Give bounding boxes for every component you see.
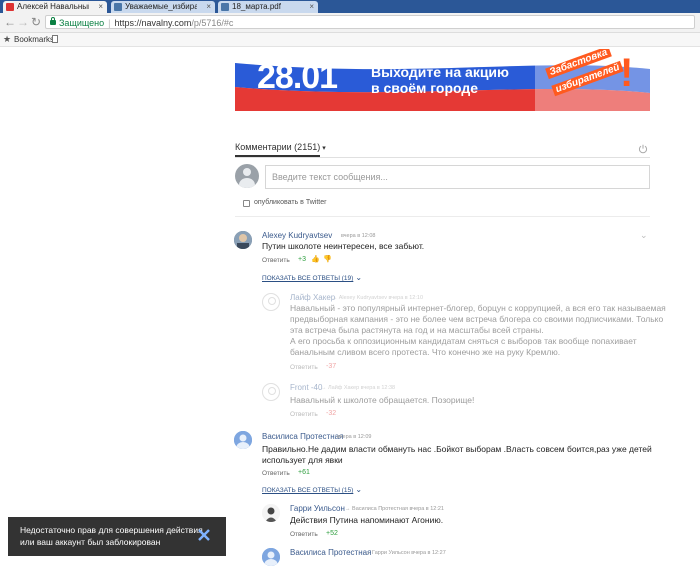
comment-text: Путин школоте неинтересен, все забьют.: [262, 241, 425, 251]
show-all-replies-link[interactable]: ПОКАЗАТЬ ВСЕ ОТВЕТЫ (15) ⌄: [262, 485, 362, 494]
avatar[interactable]: [262, 504, 280, 522]
banner-date: 28.01: [257, 58, 338, 96]
avatar[interactable]: [262, 293, 280, 311]
page-icon[interactable]: [52, 35, 58, 43]
reply-button[interactable]: Ответить: [262, 470, 290, 477]
comment-time: вчера в 12:08: [341, 233, 376, 239]
address-bar: ← → ↻ Защищено | https://navalny.com/p/571…: [0, 13, 700, 33]
tab-close-icon[interactable]: ×: [98, 1, 103, 13]
browser-tab-bar: Алексей Навальный — × Уважаемые_избира..…: [0, 0, 700, 13]
default-avatar-icon: [234, 431, 252, 449]
comment-text: Навальный к школоте обращается. Позорище…: [290, 395, 475, 405]
star-icon[interactable]: ★: [3, 33, 11, 46]
comment-score: +3: [298, 256, 306, 263]
twitter-checkbox[interactable]: [243, 200, 250, 207]
default-avatar-icon: [262, 548, 280, 566]
close-icon[interactable]: [197, 528, 211, 542]
tab-navalny[interactable]: Алексей Навальный — ×: [3, 1, 107, 13]
reply-button[interactable]: Ответить: [290, 411, 318, 418]
comment-time: → Василиса Протестная вчера в 12:21: [345, 506, 444, 512]
comments-divider: [235, 216, 650, 217]
bookmarks-bar: ★ Bookmarks: [0, 33, 700, 47]
chevron-down-icon[interactable]: ⌄: [640, 230, 648, 241]
comment-author[interactable]: Alexey Kudryavtsev: [262, 231, 332, 240]
comment-time: вчера в 12:09: [337, 434, 372, 440]
site-favicon-icon: [6, 3, 14, 11]
reload-icon[interactable]: ↻: [31, 15, 41, 29]
avatar[interactable]: [262, 383, 280, 401]
comments-tab[interactable]: Комментарии (2151) ▾: [235, 142, 326, 152]
user-photo-icon: [234, 231, 252, 249]
tab-divider: [235, 157, 650, 158]
comment-author[interactable]: Front -40: [290, 383, 322, 392]
comment-text: Действия Путина напоминают Агонию.: [290, 515, 444, 525]
url-path: /p/5716/#c: [191, 18, 234, 28]
comment-input[interactable]: [265, 165, 650, 189]
chevron-down-icon: ⌄: [355, 485, 363, 494]
back-arrow-icon[interactable]: ←: [4, 15, 16, 29]
comment-author[interactable]: Василиса Протестная: [262, 432, 343, 441]
banner-line-1: Выходите на акцию: [371, 64, 509, 80]
comment-author[interactable]: Лайф Хакер: [290, 293, 335, 302]
tab-pdf[interactable]: 18_марта.pdf ×: [218, 1, 318, 13]
comments-tab-label: Комментарии (2151): [235, 142, 321, 152]
reply-button[interactable]: Ответить: [262, 257, 290, 264]
bookmarks-label[interactable]: Bookmarks: [14, 33, 54, 46]
user-photo-icon: [262, 504, 280, 522]
comment-time: → Alexey Kudryavtsev вчера в 12:10: [332, 295, 424, 301]
protest-banner[interactable]: 28.01 Выходите на акцию в своём городе З…: [235, 49, 650, 111]
comment-text-line: использует для явки: [262, 455, 343, 465]
twitter-label: опубликовать в Twitter: [254, 199, 327, 206]
chevron-down-icon: ⌄: [355, 273, 363, 282]
comment-text-line: банальным сливом всего протеста. Что кон…: [290, 347, 561, 357]
url-host: https://navalny.com: [114, 18, 192, 28]
banner-exclamation: !: [620, 51, 634, 95]
toast-line-2: или ваш аккаунт был заблокирован: [20, 537, 161, 547]
thumbs-down-icon[interactable]: 👎: [323, 255, 332, 263]
comment-score: +52: [326, 530, 338, 537]
comment-score: -37: [326, 363, 337, 370]
show-all-replies-link[interactable]: ПОКАЗАТЬ ВСЕ ОТВЕТЫ (19) ⌄: [262, 273, 362, 282]
toast-line-1: Недостаточно прав для совершения действи…: [20, 525, 203, 535]
secure-label: Защищено: [59, 18, 105, 28]
power-icon[interactable]: [638, 144, 648, 154]
banner-line-2: в своём городе: [371, 80, 479, 96]
caret-down-icon: ▾: [322, 145, 326, 152]
tab-close-icon[interactable]: ×: [206, 1, 211, 13]
url-omnibox[interactable]: Защищено | https://navalny.com/p/5716/#c: [45, 15, 695, 29]
thumbs-up-icon[interactable]: 👍: [311, 255, 320, 263]
comment-author[interactable]: Гарри Уильсон: [290, 504, 345, 513]
current-user-avatar: [235, 164, 259, 188]
avatar[interactable]: [234, 231, 252, 249]
comment-time: → Лайф Хакер вчера в 12:38: [321, 385, 396, 391]
vk-favicon-icon: [114, 3, 122, 11]
comment-score: -32: [326, 410, 337, 417]
reply-button[interactable]: Ответить: [290, 364, 318, 371]
lock-icon: [50, 17, 56, 25]
forward-arrow-icon[interactable]: →: [17, 15, 29, 29]
vk-favicon-icon: [221, 3, 229, 11]
avatar[interactable]: [234, 431, 252, 449]
comment-time: → Гарри Уильсон вчера в 12:27: [365, 550, 446, 556]
reply-button[interactable]: Ответить: [290, 531, 318, 538]
tab-close-icon[interactable]: ×: [309, 1, 314, 13]
comment-score: +61: [298, 469, 310, 476]
tab-uvazhaemye[interactable]: Уважаемые_избира... (1 ×: [111, 1, 215, 13]
error-toast: Недостаточно прав для совершения действи…: [8, 517, 226, 556]
avatar[interactable]: [262, 548, 280, 566]
